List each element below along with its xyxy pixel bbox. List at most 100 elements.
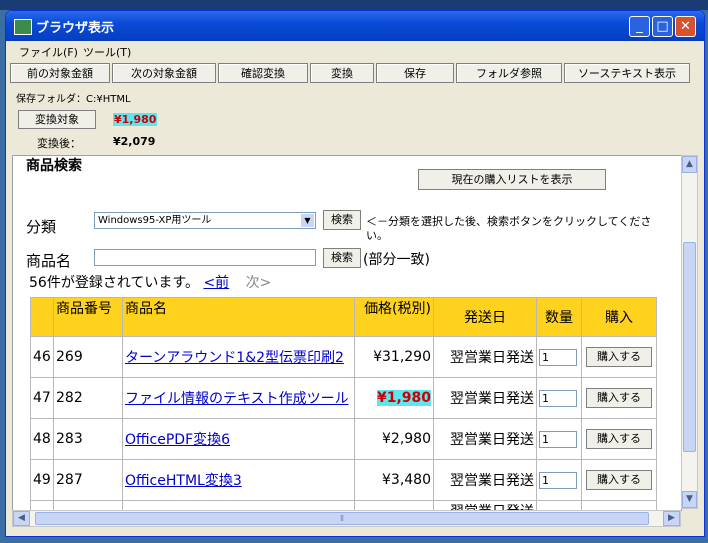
arrow-up-icon[interactable]: ▲ <box>682 156 697 173</box>
quantity-input[interactable]: 1 <box>539 430 577 448</box>
row-ship: 翌営業日発送 <box>434 337 536 377</box>
row-code: 283 <box>54 419 122 459</box>
table-row: 49 287 OfficeHTML変換3 ¥3,480 翌営業日発送 1 購入す… <box>31 460 656 500</box>
quantity-input[interactable]: 1 <box>539 471 577 489</box>
product-link[interactable]: OfficeHTML変換3 <box>125 473 242 489</box>
after-convert-label: 変換後： <box>37 137 81 150</box>
row-buy: 購入する <box>582 337 656 377</box>
save-folder-label: 保存フォルダ：C:¥HTML <box>16 94 131 105</box>
row-name: OfficePDF変換6 <box>123 419 354 459</box>
convert-target-value: ¥1,980 <box>113 113 158 126</box>
row-index: 48 <box>31 419 53 459</box>
result-count: 56件が登録されています。 <前 次> <box>29 272 271 292</box>
partial-match-label: (部分一致) <box>363 252 430 268</box>
arrow-left-icon[interactable]: ◀ <box>13 511 30 526</box>
next-page-text: 次> <box>245 275 272 291</box>
row-index: 49 <box>31 460 53 500</box>
header-buy: 購入 <box>582 298 656 336</box>
desktop-background <box>0 0 708 10</box>
next-amount-button[interactable]: 次の対象金額 <box>112 63 216 83</box>
prev-amount-button[interactable]: 前の対象金額 <box>10 63 110 83</box>
row-code: 282 <box>54 378 122 418</box>
row-qty: 1 <box>537 337 581 377</box>
arrow-right-icon[interactable]: ▶ <box>663 511 680 526</box>
table-header-row: 商品番号 商品名 価格(税別) 発送日 数量 購入 <box>31 298 656 336</box>
arrow-down-icon[interactable]: ▼ <box>682 491 697 508</box>
title-bar[interactable]: ブラウザ表示 _ □ ✕ <box>6 11 704 41</box>
menu-bar: ファイル(F) ツール(T) <box>6 41 704 61</box>
category-select[interactable]: Windows95-XP用ツール ▼ <box>94 212 316 229</box>
row-qty: 1 <box>537 378 581 418</box>
row-price: ¥31,290 <box>355 337 433 377</box>
header-name: 商品名 <box>123 298 354 336</box>
row-ship: 翌営業日発送 <box>434 460 536 500</box>
folder-browse-button[interactable]: フォルダ参照 <box>456 63 562 83</box>
buy-button[interactable]: 購入する <box>586 388 652 408</box>
row-price: ¥2,980 <box>355 419 433 459</box>
menu-file[interactable]: ファイル(F) <box>19 44 78 60</box>
convert-button[interactable]: 変換 <box>310 63 374 83</box>
row-ship: 翌営業日発送 <box>434 419 536 459</box>
product-search-button[interactable]: 検索 <box>323 248 361 268</box>
quantity-input[interactable]: 1 <box>539 389 577 407</box>
app-icon <box>14 19 32 35</box>
menu-tools[interactable]: ツール(T) <box>83 44 131 60</box>
table-row: 48 283 OfficePDF変換6 ¥2,980 翌営業日発送 1 購入する <box>31 419 656 459</box>
product-link[interactable]: OfficePDF変換6 <box>125 432 230 448</box>
row-name: ファイル情報のテキスト作成ツール <box>123 378 354 418</box>
row-code: 269 <box>54 337 122 377</box>
product-name-input[interactable] <box>94 249 316 266</box>
horizontal-scrollbar[interactable]: ◀ ⦀ ▶ <box>12 510 681 527</box>
vertical-scrollbar[interactable]: ▲ ▼ <box>681 155 698 509</box>
row-name: ターンアラウンド1&2型伝票印刷2 <box>123 337 354 377</box>
save-button[interactable]: 保存 <box>376 63 454 83</box>
buy-button[interactable]: 購入する <box>586 429 652 449</box>
category-selected-value: Windows95-XP用ツール <box>98 215 212 226</box>
confirm-convert-button[interactable]: 確認変換 <box>218 63 308 83</box>
page-title: 商品検索 <box>26 158 82 174</box>
row-ship: 翌営業日発送 <box>434 378 536 418</box>
row-qty: 1 <box>537 460 581 500</box>
row-buy: 購入する <box>582 460 656 500</box>
vertical-scroll-thumb[interactable] <box>683 242 696 452</box>
row-buy: 購入する <box>582 378 656 418</box>
chevron-down-icon[interactable]: ▼ <box>301 214 314 227</box>
row-price: ¥1,980 <box>355 378 433 418</box>
product-link[interactable]: ターンアラウンド1&2型伝票印刷2 <box>125 350 344 366</box>
toolbar: 前の対象金額 次の対象金額 確認変換 変換 保存 フォルダ参照 ソーステキスト表… <box>6 63 704 85</box>
row-name: OfficeHTML変換3 <box>123 460 354 500</box>
row-index: 47 <box>31 378 53 418</box>
row-index: 46 <box>31 337 53 377</box>
convert-target-button[interactable]: 変換対象 <box>18 110 96 129</box>
header-qty: 数量 <box>537 298 581 336</box>
product-link[interactable]: ファイル情報のテキスト作成ツール <box>125 391 349 407</box>
buy-button[interactable]: 購入する <box>586 470 652 490</box>
category-label: 分類 <box>26 218 57 236</box>
product-table: 商品番号 商品名 価格(税別) 発送日 数量 購入 46 269 ターンアラウン… <box>30 297 657 510</box>
close-icon[interactable]: ✕ <box>675 16 696 37</box>
browser-content: 商品検索 現在の購入リストを表示 分類 Windows95-XP用ツール ▼ 検… <box>12 155 682 511</box>
prev-page-link[interactable]: <前 <box>203 275 229 291</box>
row-qty: 1 <box>537 419 581 459</box>
maximize-icon[interactable]: □ <box>652 16 673 37</box>
category-search-button[interactable]: 検索 <box>323 210 361 230</box>
row-price: ¥3,480 <box>355 460 433 500</box>
buy-button[interactable]: 購入する <box>586 347 652 367</box>
quantity-input[interactable]: 1 <box>539 348 577 366</box>
horizontal-scroll-thumb[interactable]: ⦀ <box>35 512 649 525</box>
header-index <box>31 298 53 336</box>
window-title: ブラウザ表示 <box>36 21 115 36</box>
header-ship: 発送日 <box>434 298 536 336</box>
source-text-button[interactable]: ソーステキスト表示 <box>564 63 690 83</box>
row-buy: 購入する <box>582 419 656 459</box>
product-name-label: 商品名 <box>26 252 72 270</box>
table-row: 47 282 ファイル情報のテキスト作成ツール ¥1,980 翌営業日発送 1 … <box>31 378 656 418</box>
show-purchase-list-button[interactable]: 現在の購入リストを表示 <box>418 169 606 190</box>
highlighted-price: ¥1,980 <box>376 390 431 406</box>
browser-window: ブラウザ表示 _ □ ✕ ファイル(F) ツール(T) 前の対象金額 次の対象金… <box>5 10 705 537</box>
table-row: 46 269 ターンアラウンド1&2型伝票印刷2 ¥31,290 翌営業日発送 … <box>31 337 656 377</box>
minimize-icon[interactable]: _ <box>629 16 650 37</box>
category-hint: ＜－分類を選択した後、検索ボタンをクリックしてください。 <box>366 215 652 242</box>
count-text: 56件が登録されています。 <box>29 275 199 291</box>
header-code: 商品番号 <box>54 298 122 336</box>
